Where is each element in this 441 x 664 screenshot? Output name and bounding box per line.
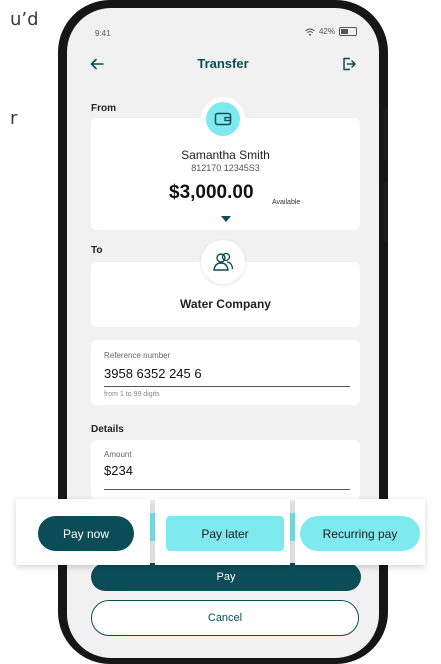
phone-side-button [383, 108, 388, 160]
account-balance: $3,000.00 [169, 182, 254, 203]
chevron-down-icon[interactable] [221, 216, 231, 222]
status-indicators: 42% [305, 27, 357, 36]
cancel-button[interactable]: Cancel [91, 600, 359, 636]
battery-percent: 42% [318, 27, 335, 36]
amount-underline [104, 489, 350, 490]
wallet-badge [201, 97, 245, 141]
amount-input[interactable]: $234 [104, 463, 133, 478]
recurring-pay-option[interactable]: Recurring pay [300, 516, 420, 551]
phone-side-button [383, 182, 388, 242]
people-icon [213, 252, 234, 271]
reference-input[interactable]: 3958 6352 245 6 [104, 366, 202, 381]
payee-badge [201, 240, 245, 284]
background-text: r [10, 108, 18, 129]
from-label: From [91, 103, 116, 114]
pay-button[interactable]: Pay [91, 563, 361, 591]
wallet-icon [206, 102, 240, 136]
background-text: u’d [10, 9, 39, 30]
wifi-icon [305, 28, 315, 36]
details-label: Details [91, 424, 124, 435]
page-title: Transfer [197, 56, 249, 71]
logout-icon[interactable] [341, 56, 357, 72]
pay-now-option[interactable]: Pay now [38, 516, 134, 551]
reference-hint: from 1 to 99 digits [104, 391, 160, 398]
status-bar: 9:41 42% [67, 8, 379, 48]
amount-label: Amount [104, 450, 132, 459]
pay-later-option[interactable]: Pay later [166, 516, 284, 551]
available-label: Available [272, 199, 301, 206]
to-label: To [91, 245, 103, 256]
battery-icon [339, 27, 357, 36]
reference-label: Reference number [104, 351, 171, 360]
payee-name: Water Company [180, 297, 271, 311]
account-holder-name: Samantha Smith [181, 148, 270, 162]
status-time: 9:41 [95, 29, 111, 38]
account-number: 812170 12345S3 [191, 163, 260, 173]
reference-underline [104, 386, 350, 387]
app-header: Transfer [67, 53, 379, 83]
